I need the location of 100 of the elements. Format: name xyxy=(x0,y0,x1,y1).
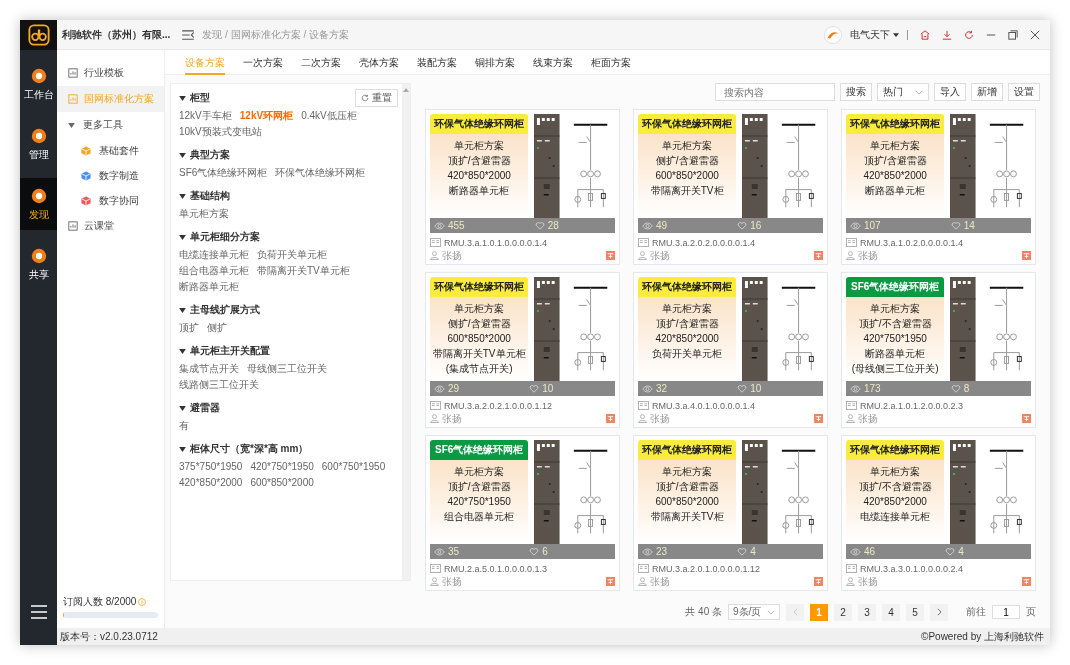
filter-option[interactable]: 600*750*1950 xyxy=(321,460,386,474)
spec-text: (集成节点开关) xyxy=(444,362,514,376)
page-button[interactable]: 2 xyxy=(834,603,852,621)
toolbar-button[interactable]: 导入 xyxy=(934,83,966,101)
tab[interactable]: 铜排方案 xyxy=(475,50,515,75)
spec-text: 单元柜方案 xyxy=(661,302,714,316)
rail-item[interactable]: 工作台 xyxy=(20,58,57,110)
scheme-card[interactable]: 环保气体绝缘环网柜 单元柜方案 顶扩/含避雷器 420*850*2000 断路器单元柜 107 14 RMU.3.a.1.0.2.0.0.0.0.1.4 张扬 xyxy=(841,109,1036,265)
filter-option[interactable]: 375*750*1950 xyxy=(179,460,243,474)
page-button[interactable]: 3 xyxy=(858,603,876,621)
scheme-card[interactable]: 环保气体绝缘环网柜 单元柜方案 侧扩/含避雷器 600*850*2000 带隔离开关TV单元柜 (集成节点开关) 29 10 RMU.3.a.2.0.2.1.0.0.0.1.12 张扬 xyxy=(425,272,620,428)
rail-item[interactable]: 管理 xyxy=(20,118,57,170)
spec-text: 侧扩/含避雷器 xyxy=(654,154,720,168)
user-menu[interactable]: 电气天下 xyxy=(850,27,899,42)
app-logo xyxy=(20,20,57,50)
scheme-card[interactable]: 环保气体绝缘环网柜 单元柜方案 顶扩/含避雷器 420*850*2000 断路器单元柜 455 28 RMU.3.a.1.0.1.0.0.0.0.1.4 张扬 xyxy=(425,109,620,265)
filter-option[interactable]: 有 xyxy=(179,419,189,433)
eye-icon xyxy=(642,221,653,230)
caret-icon[interactable] xyxy=(179,446,186,452)
scheme-card[interactable]: SF6气体绝缘环网柜 单元柜方案 顶扩/不含避雷器 420*750*1950 断路器单元柜 (母线侧三工位开关) 173 8 RMU.2.a.1.0.1.2.0.0.0.2.3 张扬 xyxy=(841,272,1036,428)
eye-icon xyxy=(850,221,861,230)
filter-option[interactable]: 600*850*2000 xyxy=(250,476,314,490)
view-count: 29 xyxy=(434,383,460,394)
caret-icon[interactable] xyxy=(179,95,186,101)
spec-text: 单元柜方案 xyxy=(453,465,506,479)
tab[interactable]: 柜面方案 xyxy=(591,50,631,75)
filter-option[interactable]: 12kV手车柜 xyxy=(179,109,232,123)
scheme-card[interactable]: 环保气体绝缘环网柜 单元柜方案 侧扩/含避雷器 600*850*2000 带隔离开关TV柜 49 16 RMU.3.a.2.0.2.0.0.0.0.1.4 张扬 xyxy=(633,109,828,265)
refresh-icon[interactable] xyxy=(964,29,974,40)
close-icon[interactable] xyxy=(1030,29,1040,40)
scheme-card[interactable]: SF6气体绝缘环网柜 单元柜方案 顶扩/含避雷器 420*750*1950 组合电器单元柜 35 6 RMU.2.a.5.0.1.0.0.0.0.1.3 张扬 xyxy=(425,435,620,591)
sort-select[interactable]: 热门 xyxy=(877,83,929,101)
spec-text: 组合电器单元柜 xyxy=(443,510,516,524)
filter-option[interactable]: 组合电器单元柜 xyxy=(179,264,249,278)
menu-item[interactable]: 基础套件 xyxy=(57,138,164,163)
scheme-card[interactable]: 环保气体绝缘环网柜 单元柜方案 顶扩/不含避雷器 420*850*2000 电缆连接单元柜 46 4 RMU.3.a.3.0.1.0.0.0.0.2.4 张扬 xyxy=(841,435,1036,591)
scheme-code: RMU.3.a.2.0.2.0.0.0.0.1.4 xyxy=(652,237,756,248)
filter-option[interactable]: 420*850*2000 xyxy=(179,476,243,490)
filter-option[interactable]: SF6气体绝缘环网柜 xyxy=(179,166,268,180)
rail-item[interactable]: 共享 xyxy=(20,238,57,290)
reset-button[interactable]: 重置 xyxy=(355,89,398,107)
filter-option[interactable]: 侧扩 xyxy=(207,321,227,335)
filter-option[interactable]: 集成节点开关 xyxy=(179,362,239,376)
caret-icon[interactable] xyxy=(179,348,186,354)
heart-icon xyxy=(950,221,961,230)
filter-option[interactable]: 负荷开关单元柜 xyxy=(257,248,327,262)
caret-icon[interactable] xyxy=(179,405,186,411)
menu-icon[interactable] xyxy=(30,605,47,619)
menu-item[interactable]: 数字协同 xyxy=(57,188,164,213)
rail-item[interactable]: 发现 xyxy=(20,178,57,230)
filter-option[interactable]: 断路器单元柜 xyxy=(179,280,239,294)
caret-icon[interactable] xyxy=(179,234,186,240)
page-size-select[interactable]: 9条/页 xyxy=(728,604,780,620)
tab[interactable]: 线束方案 xyxy=(533,50,573,75)
spec-text: 带隔离开关TV柜 xyxy=(649,510,725,524)
menu-item[interactable]: 更多工具 xyxy=(57,112,164,138)
toolbar-button[interactable]: 新增 xyxy=(971,83,1003,101)
filter-option[interactable]: 电缆连接单元柜 xyxy=(179,248,249,262)
filter-option[interactable]: 线路侧三工位开关 xyxy=(179,378,259,392)
page-button[interactable]: 5 xyxy=(906,603,924,621)
menu-item[interactable]: 数字制造 xyxy=(57,163,164,188)
card-banner: 环保气体绝缘环网柜 xyxy=(638,114,737,134)
page-button[interactable]: 4 xyxy=(882,603,900,621)
scrollbar[interactable] xyxy=(402,84,410,580)
pin-icon xyxy=(606,251,615,260)
filter-option[interactable]: 0.4kV低压柜 xyxy=(301,109,357,123)
caret-icon[interactable] xyxy=(179,307,186,313)
spec-text: 600*850*2000 xyxy=(654,495,720,509)
scheme-card[interactable]: 环保气体绝缘环网柜 单元柜方案 顶扩/含避雷器 420*850*2000 负荷开关单元柜 32 10 RMU.3.a.4.0.1.0.0.0.0.1.4 张扬 xyxy=(633,272,828,428)
heart-icon xyxy=(534,221,545,230)
caret-icon[interactable] xyxy=(179,193,186,199)
scheme-code: RMU.3.a.2.0.1.0.0.0.0.1.12 xyxy=(652,563,761,574)
pin-icon xyxy=(814,251,823,260)
breadcrumb: 发现 / 国网标准化方案 / 设备方案 xyxy=(202,27,349,42)
toolbar-button[interactable]: 设置 xyxy=(1008,83,1040,101)
tab[interactable]: 装配方案 xyxy=(417,50,457,75)
spec-text: 420*850*2000 xyxy=(862,169,928,183)
filter-option[interactable]: 母线侧三工位开关 xyxy=(247,362,327,376)
search-field[interactable]: 搜索内容 xyxy=(715,83,835,101)
menu-item[interactable]: 云课堂 xyxy=(57,213,164,239)
page-input[interactable]: 1 xyxy=(992,605,1020,619)
scheme-card[interactable]: 环保气体绝缘环网柜 单元柜方案 顶扩/含避雷器 600*850*2000 带隔离开关TV柜 23 4 RMU.3.a.2.0.1.0.0.0.0.1.12 张扬 xyxy=(633,435,828,591)
filter-option[interactable]: 顶扩 xyxy=(179,321,199,335)
search-button[interactable]: 搜索 xyxy=(840,83,872,101)
download-icon[interactable] xyxy=(942,29,952,40)
tab[interactable]: 一次方案 xyxy=(243,50,283,75)
caret-icon[interactable] xyxy=(179,152,186,158)
restore-icon[interactable] xyxy=(1008,29,1018,40)
spec-text: 420*850*2000 xyxy=(862,495,928,509)
filter-option[interactable]: 420*750*1950 xyxy=(250,460,314,474)
filter-option[interactable]: 单元柜方案 xyxy=(179,207,229,221)
filter-option[interactable]: 10kV预装式变电站 xyxy=(179,125,262,139)
filter-option[interactable]: 带隔离开关TV单元柜 xyxy=(257,264,350,278)
tab[interactable]: 二次方案 xyxy=(301,50,341,75)
tab[interactable]: 壳体方案 xyxy=(359,50,399,75)
menu-item[interactable]: 行业模板 xyxy=(57,60,164,86)
menu-fold-icon[interactable] xyxy=(182,29,195,40)
filter-option[interactable]: 环保气体绝缘环网柜 xyxy=(275,166,366,180)
spec-text: 单元柜方案 xyxy=(869,465,922,479)
avatar[interactable] xyxy=(824,25,842,44)
